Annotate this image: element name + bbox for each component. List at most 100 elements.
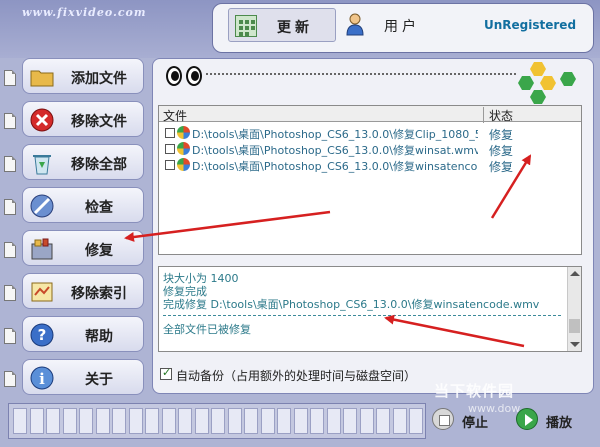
doc-icon [4,199,16,215]
progress-segment [260,408,275,434]
index-icon [31,282,53,302]
svg-text:?: ? [38,326,47,344]
progress-segment [62,408,77,434]
file-path: D:\tools\桌面\Photoshop_CS6_13.0.0\修复winsa… [192,160,478,173]
progress-segment [392,408,407,434]
doc-icon [4,328,16,344]
svg-text:i: i [39,370,45,388]
stop-button[interactable]: 停止 [432,404,506,436]
about-label: 关于 [85,372,113,388]
remove-all-label: 移除全部 [71,157,127,173]
progress-segment [310,408,324,434]
about-button[interactable]: i 关于 [22,359,144,395]
progress-segment [359,408,374,434]
progress-segment [293,408,308,434]
progress-segment [343,408,357,434]
column-header-status[interactable]: 状态 [489,107,513,124]
info-icon: i [30,366,54,390]
doc-icon [4,371,16,387]
play-label: 播放 [546,416,573,431]
stop-icon [432,408,454,430]
doc-icon [4,70,16,86]
tab-user[interactable]: 用户 [340,8,448,42]
tab-user-label: 用户 [384,19,420,35]
progress-segment [95,408,110,434]
progress-segment [13,408,27,434]
check-icon [30,194,54,218]
add-file-button[interactable]: 添加文件 [22,58,144,94]
progress-segment [112,408,126,434]
check-label: 检查 [85,200,113,216]
progress-segment [376,408,390,434]
file-path: D:\tools\桌面\Photoshop_CS6_13.0.0\修复Clip_… [192,128,478,141]
column-header-file[interactable]: 文件 [163,107,187,124]
log-panel[interactable]: 块大小为 1400 修复完成 完成修复 D:\tools\桌面\Photosho… [158,266,582,352]
progress-segment [227,408,242,434]
stop-label: 停止 [462,416,489,431]
file-status: 修复 [489,160,514,174]
file-icon [177,142,190,155]
sidebar: 添加文件 移除文件 移除全部 检查 修复 移除索引 ? 帮助 i 关于 [0,58,150,398]
play-button[interactable]: 播放 [516,404,596,436]
progress-segment [326,408,341,434]
file-path: D:\tools\桌面\Photoshop_CS6_13.0.0\修复winsa… [192,144,478,157]
log-scrollbar[interactable] [567,267,581,351]
file-icon [177,158,190,171]
doc-icon [4,285,16,301]
doc-icon [4,156,16,172]
recycle-bin-icon [33,155,51,175]
progress-segment [244,408,258,434]
remove-all-button[interactable]: 移除全部 [22,144,144,180]
add-file-label: 添加文件 [71,71,127,87]
progress-segment [128,408,143,434]
progress-segment [409,408,423,434]
tab-update-label: 更新 [277,20,313,36]
remove-index-button[interactable]: 移除索引 [22,273,144,309]
row-checkbox[interactable] [165,128,175,138]
repair-label: 修复 [85,243,113,259]
progress-segment [161,408,176,434]
play-icon [516,408,538,430]
table-row[interactable]: D:\tools\桌面\Photoshop_CS6_13.0.0\修复winsa… [163,157,579,174]
progress-bar [8,403,426,439]
scroll-thumb[interactable] [569,319,580,333]
dotted-divider [206,73,516,75]
tab-update[interactable]: 更新 [228,8,336,42]
progress-segment [145,408,159,434]
log-line: 完成修复 D:\tools\桌面\Photoshop_CS6_13.0.0\修复… [163,298,540,311]
auto-backup-label: 自动备份（占用额外的处理时间与磁盘空间） [176,369,417,383]
doc-icon [4,113,16,129]
file-table[interactable]: 文件 状态 D:\tools\桌面\Photoshop_CS6_13.0.0\修… [158,105,582,255]
remove-index-label: 移除索引 [71,286,127,302]
row-checkbox[interactable] [165,144,175,154]
doc-icon [4,242,16,258]
registration-status: UnRegistered [484,18,577,32]
progress-segment [194,408,209,434]
row-checkbox[interactable] [165,160,175,170]
help-label: 帮助 [85,329,113,345]
calendar-icon [235,15,257,37]
user-icon [346,13,364,36]
progress-segment [46,408,60,434]
progress-segment [79,408,93,434]
remove-file-label: 移除文件 [71,114,127,130]
check-button[interactable]: 检查 [22,187,144,223]
table-row[interactable]: D:\tools\桌面\Photoshop_CS6_13.0.0\修复winsa… [163,141,579,158]
help-icon: ? [30,323,54,347]
log-divider [163,315,561,316]
progress-segment [277,408,291,434]
repair-button[interactable]: 修复 [22,230,144,266]
folder-icon [30,70,54,87]
scroll-up-icon[interactable] [570,271,580,276]
checkbox-checked-icon[interactable] [160,366,172,380]
table-row[interactable]: D:\tools\桌面\Photoshop_CS6_13.0.0\修复Clip_… [163,125,579,142]
brand-logo: www.fixvideo.com [22,6,147,19]
help-button[interactable]: ? 帮助 [22,316,144,352]
table-header: 文件 状态 [159,106,581,124]
remove-file-button[interactable]: 移除文件 [22,101,144,137]
watermark: 当下软件园 [434,382,515,400]
progress-segment [178,408,192,434]
log-summary: 全部文件已被修复 [163,323,251,336]
scroll-down-icon[interactable] [570,342,580,347]
progress-segment [29,408,44,434]
